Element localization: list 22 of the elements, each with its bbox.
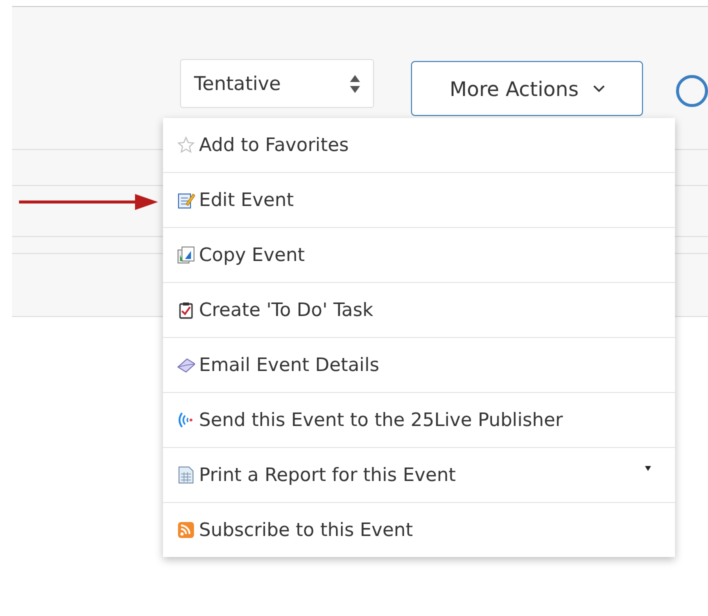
checklist-icon <box>177 301 195 319</box>
notepad-pencil-icon <box>177 191 195 209</box>
broadcast-icon <box>177 411 195 429</box>
copy-pages-icon <box>177 246 195 264</box>
chevron-down-icon <box>592 84 605 92</box>
refresh-icon <box>676 75 708 107</box>
more-actions-button[interactable]: More Actions <box>411 61 643 116</box>
status-select[interactable]: Tentative <box>180 59 374 108</box>
menu-item[interactable]: Edit Event <box>163 173 675 228</box>
star-icon <box>177 136 195 154</box>
menu-item[interactable]: Create 'To Do' Task <box>163 283 675 338</box>
menu-item[interactable]: Subscribe to this Event <box>163 503 675 557</box>
rss-icon <box>177 521 195 539</box>
select-value: Tentative <box>194 72 281 94</box>
menu-item[interactable]: Email Event Details <box>163 338 675 393</box>
menu-item[interactable]: Print a Report for this Event <box>163 448 675 503</box>
up-down-arrows-icon <box>349 74 362 94</box>
envelope-icon <box>177 356 195 374</box>
menu-item[interactable]: Send this Event to the 25Live Publisher <box>163 393 675 448</box>
spreadsheet-page-icon <box>177 466 195 484</box>
menu-item[interactable]: Add to Favorites <box>163 118 675 173</box>
menu-item[interactable]: Copy Event <box>163 228 675 283</box>
